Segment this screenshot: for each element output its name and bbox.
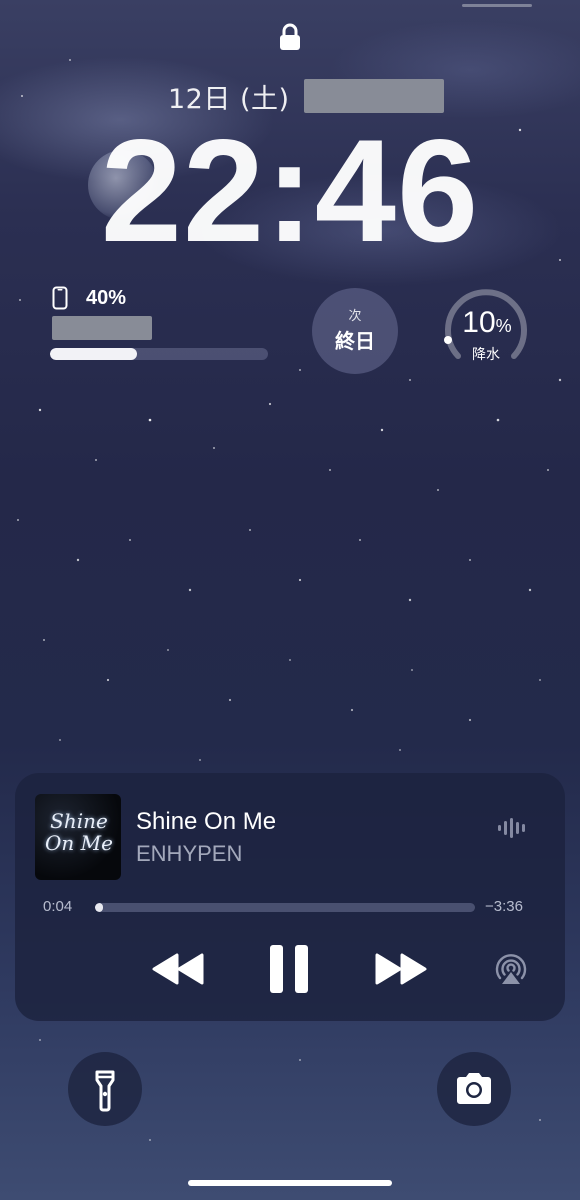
next-event-caption: 次	[348, 309, 362, 324]
precipitation-number: 10	[462, 306, 496, 339]
clock-time: 22:46	[100, 109, 480, 272]
waveform-icon	[498, 818, 525, 838]
battery-level-fill	[50, 348, 138, 360]
redacted-device-name	[52, 316, 152, 340]
pause-button[interactable]	[268, 943, 310, 995]
flashlight-icon	[95, 1070, 115, 1112]
camera-button[interactable]	[437, 1052, 511, 1126]
fast-forward-icon	[375, 953, 427, 985]
remaining-time: −3:36	[485, 898, 523, 915]
precipitation-widget[interactable]: 10% 降水	[440, 284, 532, 376]
now-playing-widget: Shine On Me Shine On Me ENHYPEN 0:04 −3:…	[15, 773, 565, 1021]
home-indicator[interactable]	[188, 1180, 392, 1186]
artwork-title: Shine On Me	[41, 810, 117, 854]
playback-progress-fill	[95, 903, 103, 912]
rewind-button[interactable]	[150, 951, 206, 987]
song-title[interactable]: Shine On Me	[136, 808, 276, 836]
lock-icon	[280, 23, 300, 50]
elapsed-time: 0:04	[43, 898, 73, 915]
precipitation-gauge-dot	[444, 336, 452, 344]
playback-scrubber[interactable]	[95, 903, 475, 912]
artwork-line-1: Shine	[50, 809, 108, 833]
precipitation-value: 10%	[454, 306, 520, 340]
precipitation-unit: %	[495, 316, 512, 336]
flashlight-button[interactable]	[68, 1052, 142, 1126]
iphone-icon	[52, 286, 68, 310]
next-event-widget[interactable]: 次 終日	[312, 288, 398, 374]
album-artwork[interactable]: Shine On Me	[35, 794, 121, 880]
song-artist[interactable]: ENHYPEN	[136, 841, 242, 867]
artwork-line-2: On Me	[45, 831, 113, 855]
airplay-button[interactable]	[493, 951, 529, 987]
rewind-icon	[152, 953, 204, 985]
pause-icon	[270, 945, 308, 993]
camera-icon	[457, 1073, 491, 1104]
next-event-value: 終日	[335, 329, 375, 353]
battery-level-bar	[50, 348, 268, 360]
precipitation-label: 降水	[472, 347, 500, 363]
redacted-weather	[303, 79, 444, 113]
battery-widget[interactable]: 40%	[50, 286, 270, 366]
battery-percent: 40%	[86, 287, 127, 309]
fast-forward-button[interactable]	[373, 951, 429, 987]
status-indicator-bar	[462, 4, 532, 7]
